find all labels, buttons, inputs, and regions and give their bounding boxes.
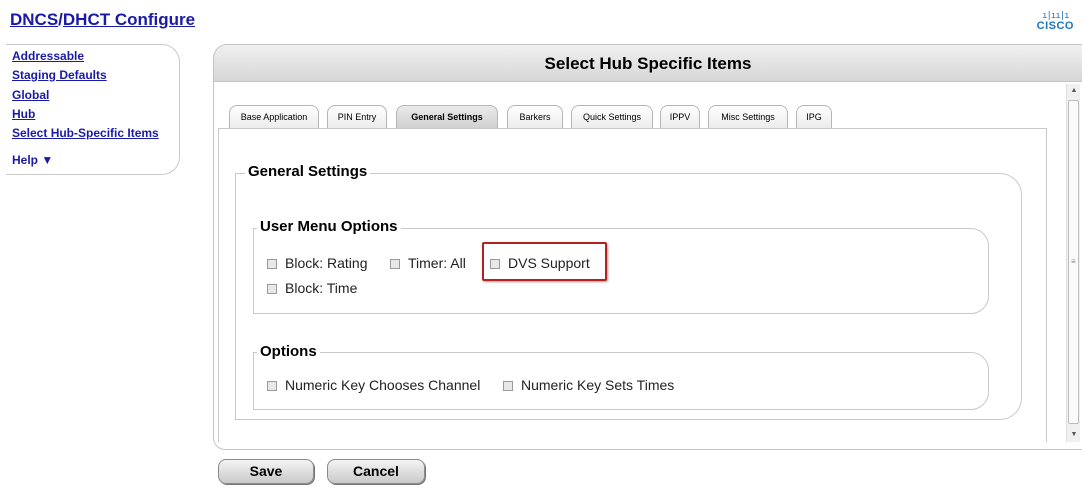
- tab-misc-settings[interactable]: Misc Settings: [708, 105, 788, 128]
- scroll-down-arrow-icon[interactable]: ▼: [1067, 428, 1081, 442]
- save-button[interactable]: Save: [218, 459, 314, 484]
- scroll-thumb[interactable]: ≡: [1068, 100, 1079, 424]
- numeric-key-sets-times-checkbox[interactable]: [503, 381, 513, 391]
- app-title-dncs-link[interactable]: DNCS: [10, 10, 58, 29]
- option-block-time: Block: Time: [267, 280, 357, 296]
- nav-link-staging-defaults[interactable]: Staging Defaults: [12, 68, 107, 82]
- vertical-scrollbar[interactable]: ▲ ≡ ▼: [1066, 84, 1080, 442]
- block-rating-label: Block: Rating: [285, 255, 368, 271]
- scroll-up-arrow-icon[interactable]: ▲: [1067, 84, 1081, 98]
- option-numeric-key-chooses-channel: Numeric Key Chooses Channel: [267, 377, 480, 393]
- tab-ipg[interactable]: IPG: [796, 105, 832, 128]
- option-block-rating: Block: Rating: [267, 255, 367, 271]
- cisco-logo: ı|ıı|ı CISCO: [1037, 12, 1074, 32]
- user-menu-options-fieldset: [253, 228, 989, 314]
- option-timer-all: Timer: All: [390, 255, 466, 271]
- numeric-key-chooses-channel-checkbox[interactable]: [267, 381, 277, 391]
- user-menu-options-legend: User Menu Options: [257, 218, 401, 235]
- numeric-key-chooses-channel-label: Numeric Key Chooses Channel: [285, 377, 481, 393]
- help-menu[interactable]: Help ▼: [12, 153, 53, 167]
- main-header: Select Hub Specific Items: [213, 44, 1082, 82]
- numeric-key-sets-times-label: Numeric Key Sets Times: [521, 377, 675, 393]
- tab-pin-entry[interactable]: PIN Entry: [327, 105, 387, 128]
- cancel-button[interactable]: Cancel: [327, 459, 425, 484]
- tab-barkers[interactable]: Barkers: [507, 105, 563, 128]
- general-settings-legend: General Settings: [245, 163, 371, 180]
- timer-all-label: Timer: All: [408, 255, 466, 271]
- app-title-dhct-link[interactable]: DHCT Configure: [63, 10, 195, 29]
- page-title: Select Hub Specific Items: [544, 54, 752, 73]
- block-time-label: Block: Time: [285, 280, 358, 296]
- nav-link-hub[interactable]: Hub: [12, 107, 35, 121]
- block-time-checkbox[interactable]: [267, 284, 277, 294]
- tab-general-settings[interactable]: General Settings: [396, 105, 498, 128]
- top-bar: DNCS/DHCT Configure ı|ıı|ı CISCO: [0, 0, 1082, 36]
- tab-base-application[interactable]: Base Application: [229, 105, 319, 128]
- options-legend: Options: [257, 343, 320, 360]
- tab-quick-settings[interactable]: Quick Settings: [571, 105, 653, 128]
- nav-link-global[interactable]: Global: [12, 88, 49, 102]
- option-numeric-key-sets-times: Numeric Key Sets Times: [503, 377, 674, 393]
- scroll-grip-icon: ≡: [1071, 257, 1076, 266]
- dvs-support-highlight-box: [482, 242, 607, 281]
- app-title: DNCS/DHCT Configure: [10, 10, 195, 30]
- tab-ippv[interactable]: IPPV: [660, 105, 700, 128]
- cisco-logo-text: CISCO: [1036, 20, 1074, 32]
- sidebar-nav: Addressable Staging Defaults Global Hub …: [6, 44, 180, 175]
- nav-link-select-hub-specific-items[interactable]: Select Hub-Specific Items: [12, 126, 159, 140]
- block-rating-checkbox[interactable]: [267, 259, 277, 269]
- timer-all-checkbox[interactable]: [390, 259, 400, 269]
- nav-link-addressable[interactable]: Addressable: [12, 49, 84, 63]
